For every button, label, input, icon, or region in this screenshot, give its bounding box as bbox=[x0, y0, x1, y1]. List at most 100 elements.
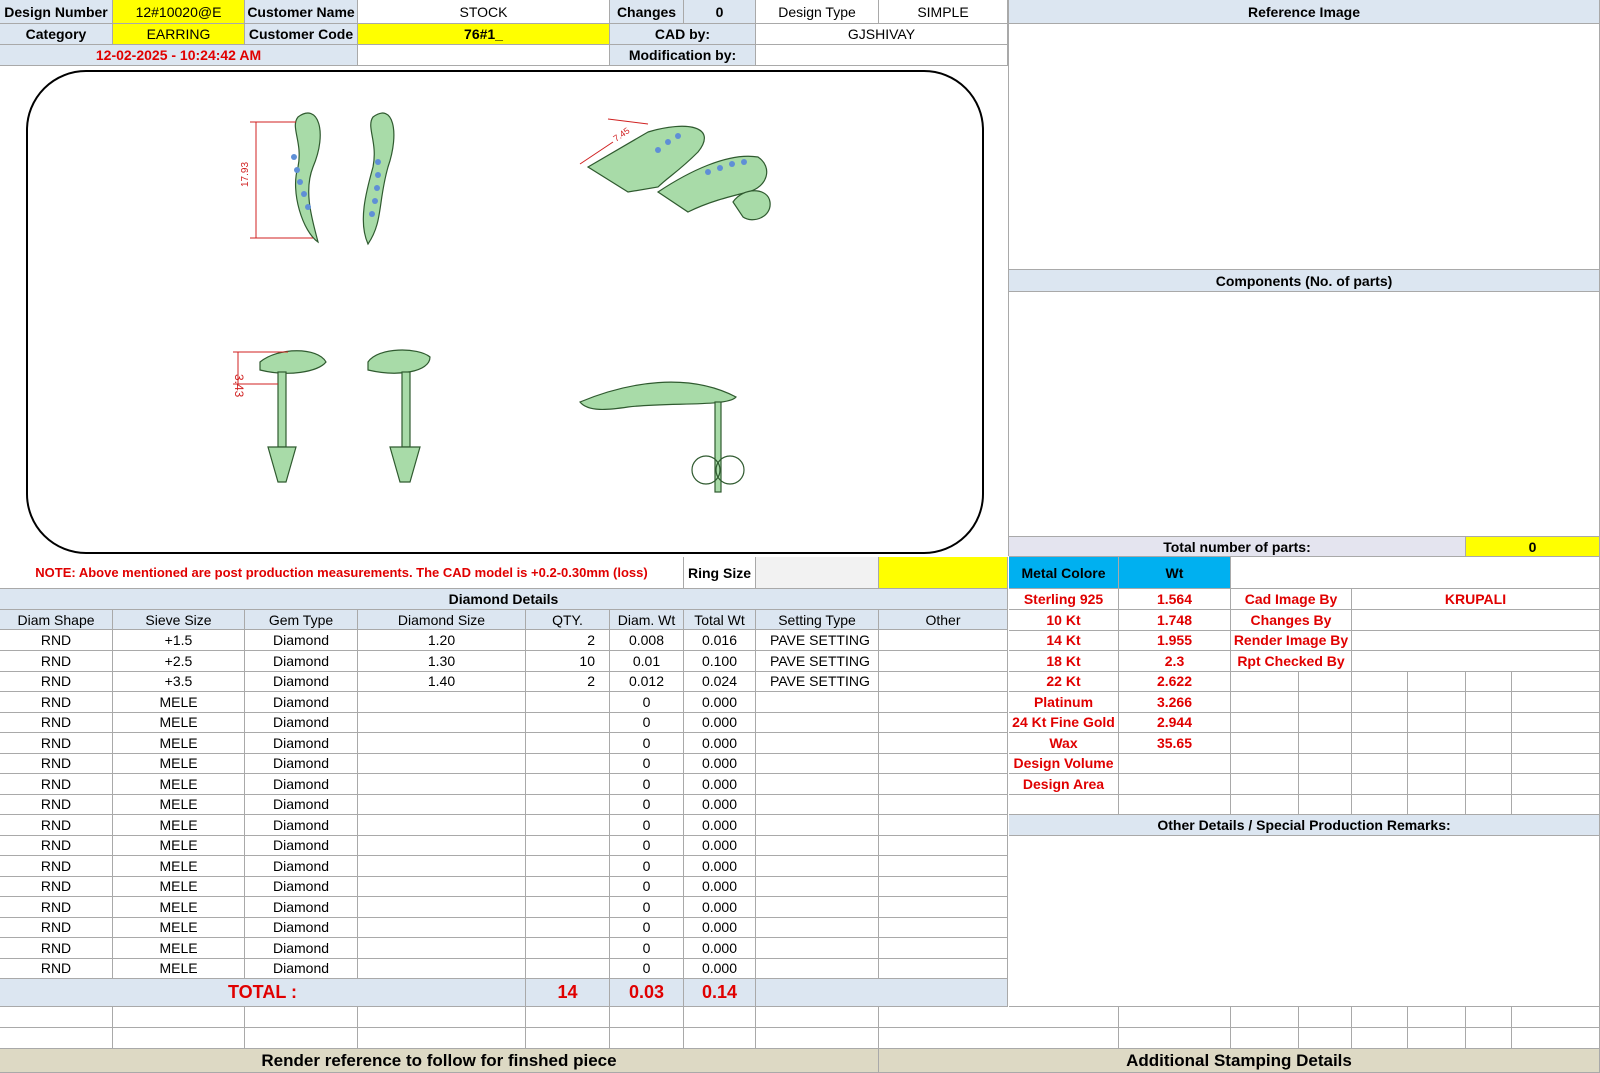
blank-grid-cell[interactable] bbox=[1299, 1028, 1352, 1049]
diamond-cell[interactable]: Diamond bbox=[245, 691, 358, 713]
credit-grid-cell[interactable] bbox=[1466, 712, 1512, 733]
diamond-cell[interactable]: 0.000 bbox=[684, 773, 756, 795]
diamond-cell[interactable]: RND bbox=[0, 835, 113, 856]
diamond-cell[interactable] bbox=[526, 753, 610, 774]
diamond-cell[interactable]: 0.000 bbox=[684, 855, 756, 877]
diamond-cell[interactable] bbox=[526, 835, 610, 856]
diamond-cell[interactable]: +2.5 bbox=[113, 650, 245, 672]
diamond-cell[interactable] bbox=[756, 794, 879, 815]
diamond-cell[interactable]: MELE bbox=[113, 691, 245, 713]
metal-weight[interactable]: 2.944 bbox=[1119, 712, 1231, 733]
blank-grid-cell[interactable] bbox=[756, 1007, 879, 1028]
blank-grid-cell[interactable] bbox=[0, 1028, 113, 1049]
credit-grid-cell[interactable] bbox=[1466, 773, 1512, 795]
diamond-cell[interactable] bbox=[756, 753, 879, 774]
diamond-cell[interactable]: 0 bbox=[610, 753, 684, 774]
diamond-cell[interactable]: 0.000 bbox=[684, 753, 756, 774]
diamond-cell[interactable]: MELE bbox=[113, 917, 245, 938]
credit-grid-cell[interactable] bbox=[1231, 712, 1299, 733]
blank-grid-cell[interactable] bbox=[1408, 1007, 1466, 1028]
credit-grid-cell[interactable] bbox=[1231, 671, 1299, 692]
credit-value[interactable]: KRUPALI bbox=[1352, 589, 1600, 610]
diamond-cell[interactable]: 2 bbox=[526, 671, 610, 692]
diamond-cell[interactable]: 0 bbox=[610, 876, 684, 897]
diamond-cell[interactable] bbox=[879, 835, 1008, 856]
credit-grid-cell[interactable] bbox=[1299, 671, 1352, 692]
credit-grid-cell[interactable] bbox=[1352, 691, 1408, 713]
diamond-cell[interactable] bbox=[756, 814, 879, 836]
diamond-cell[interactable] bbox=[879, 917, 1008, 938]
credit-grid-cell[interactable] bbox=[1466, 794, 1512, 815]
diamond-cell[interactable]: Diamond bbox=[245, 937, 358, 959]
diamond-cell[interactable]: MELE bbox=[113, 712, 245, 733]
diamond-cell[interactable] bbox=[756, 691, 879, 713]
credit-grid-cell[interactable] bbox=[1352, 712, 1408, 733]
blank-grid-cell[interactable] bbox=[1119, 1007, 1231, 1028]
diamond-cell[interactable]: RND bbox=[0, 814, 113, 836]
credit-grid-cell[interactable] bbox=[1512, 773, 1600, 795]
diamond-cell[interactable]: 0.000 bbox=[684, 917, 756, 938]
diamond-cell[interactable]: 10 bbox=[526, 650, 610, 672]
diamond-cell[interactable]: RND bbox=[0, 958, 113, 979]
diamond-cell[interactable] bbox=[756, 876, 879, 897]
blank-grid-cell[interactable] bbox=[684, 1007, 756, 1028]
diamond-cell[interactable]: 0.000 bbox=[684, 937, 756, 959]
blank-grid-cell[interactable] bbox=[1299, 1007, 1352, 1028]
diamond-cell[interactable]: RND bbox=[0, 917, 113, 938]
diamond-cell[interactable]: 0.008 bbox=[610, 630, 684, 651]
diamond-cell[interactable]: 0 bbox=[610, 917, 684, 938]
diamond-cell[interactable]: Diamond bbox=[245, 650, 358, 672]
metal-weight[interactable] bbox=[1119, 773, 1231, 795]
credit-grid-cell[interactable] bbox=[1352, 794, 1408, 815]
credit-grid-cell[interactable] bbox=[1408, 773, 1466, 795]
diamond-cell[interactable]: Diamond bbox=[245, 814, 358, 836]
diamond-cell[interactable]: 0.000 bbox=[684, 896, 756, 918]
total-parts-value[interactable]: 0 bbox=[1466, 537, 1600, 557]
diamond-cell[interactable] bbox=[879, 937, 1008, 959]
diamond-cell[interactable] bbox=[526, 896, 610, 918]
diamond-cell[interactable]: 0.000 bbox=[684, 958, 756, 979]
diamond-cell[interactable] bbox=[358, 958, 526, 979]
diamond-cell[interactable]: MELE bbox=[113, 835, 245, 856]
diamond-cell[interactable] bbox=[879, 671, 1008, 692]
diamond-cell[interactable]: 0 bbox=[610, 794, 684, 815]
diamond-cell[interactable] bbox=[358, 712, 526, 733]
blank-grid-cell[interactable] bbox=[1466, 1007, 1512, 1028]
diamond-cell[interactable]: RND bbox=[0, 630, 113, 651]
diamond-cell[interactable]: RND bbox=[0, 794, 113, 815]
diamond-cell[interactable]: 0 bbox=[610, 732, 684, 754]
diamond-cell[interactable]: 1.30 bbox=[358, 650, 526, 672]
other-details-area[interactable] bbox=[1009, 836, 1600, 1007]
modification-by-value[interactable] bbox=[756, 45, 1008, 66]
credit-grid-cell[interactable] bbox=[1299, 794, 1352, 815]
blank-grid-cell[interactable] bbox=[879, 1028, 1119, 1049]
credit-value[interactable] bbox=[1352, 609, 1600, 631]
credit-grid-cell[interactable] bbox=[1466, 691, 1512, 713]
diamond-cell[interactable] bbox=[756, 917, 879, 938]
customer-name-value[interactable]: STOCK bbox=[358, 0, 610, 24]
customer-code-value[interactable]: 76#1_ bbox=[358, 24, 610, 45]
design-type-value[interactable]: SIMPLE bbox=[879, 0, 1008, 24]
diamond-cell[interactable]: 0.000 bbox=[684, 835, 756, 856]
blank-grid-cell[interactable] bbox=[610, 1028, 684, 1049]
diamond-cell[interactable]: Diamond bbox=[245, 876, 358, 897]
ring-size-value[interactable] bbox=[756, 557, 879, 589]
diamond-cell[interactable] bbox=[879, 712, 1008, 733]
blank-grid-cell[interactable] bbox=[113, 1028, 245, 1049]
diamond-cell[interactable]: 0.016 bbox=[684, 630, 756, 651]
diamond-cell[interactable] bbox=[526, 937, 610, 959]
diamond-cell[interactable]: RND bbox=[0, 671, 113, 692]
diamond-cell[interactable] bbox=[756, 896, 879, 918]
diamond-cell[interactable]: 0 bbox=[610, 712, 684, 733]
diamond-cell[interactable] bbox=[756, 937, 879, 959]
diamond-cell[interactable] bbox=[526, 773, 610, 795]
diamond-cell[interactable]: RND bbox=[0, 855, 113, 877]
diamond-cell[interactable] bbox=[358, 917, 526, 938]
credit-value[interactable] bbox=[1352, 650, 1600, 672]
diamond-cell[interactable] bbox=[756, 835, 879, 856]
blank-grid-cell[interactable] bbox=[610, 1007, 684, 1028]
diamond-cell[interactable]: MELE bbox=[113, 773, 245, 795]
metal-weight[interactable]: 1.955 bbox=[1119, 630, 1231, 651]
blank-grid-cell[interactable] bbox=[1231, 1028, 1299, 1049]
diamond-cell[interactable] bbox=[879, 691, 1008, 713]
